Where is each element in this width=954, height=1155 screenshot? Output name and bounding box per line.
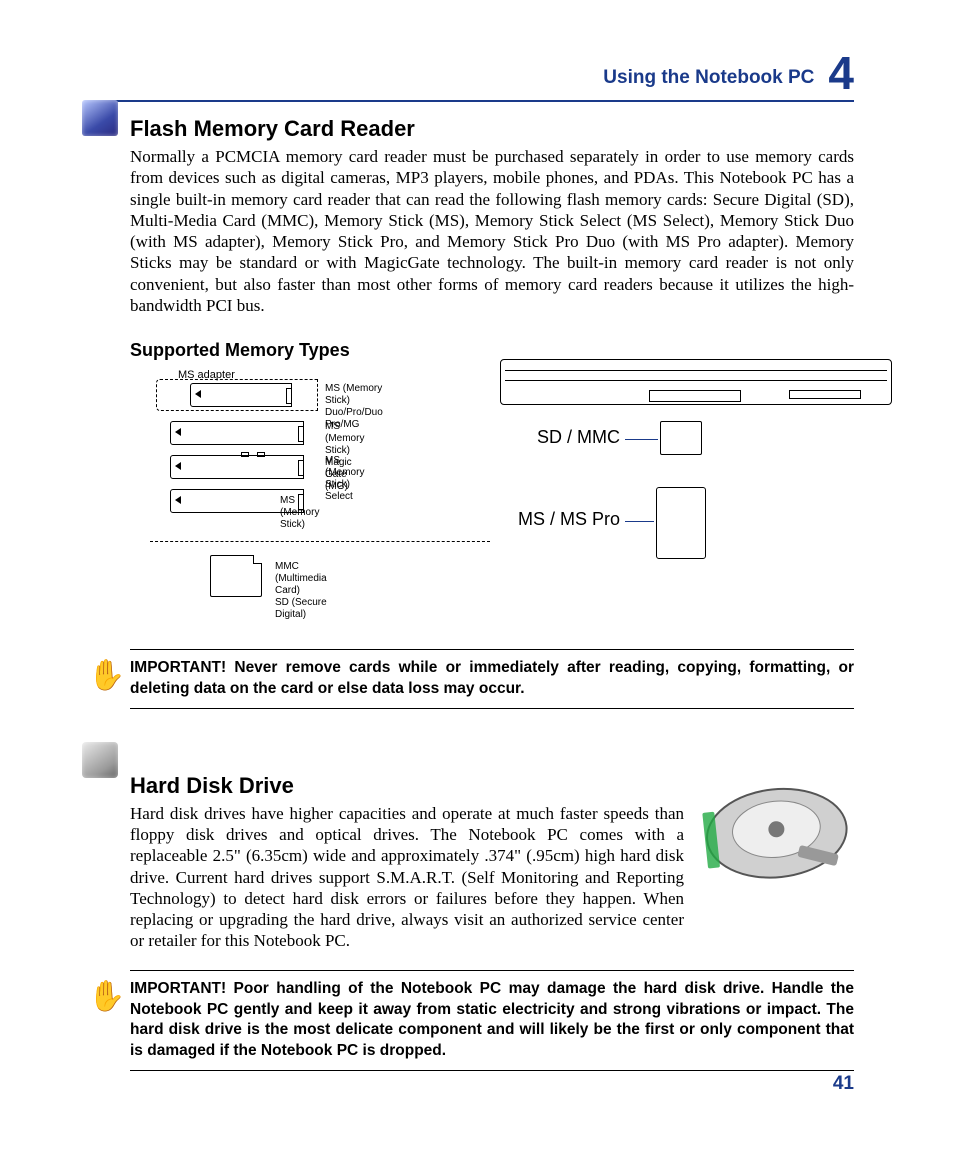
label-ms-pro: MS / MS Pro	[510, 509, 620, 530]
header-title: Using the Notebook PC	[603, 67, 814, 88]
important-note-hdd: ✋ IMPORTANT! Poor handling of the Notebo…	[130, 970, 854, 1072]
card-label-mmc: MMC (Multimedia Card) SD (Secure Digital…	[275, 561, 327, 621]
card-row-ms: MS (Memory Stick)	[170, 489, 320, 515]
diagram-divider	[150, 541, 490, 542]
page-header: Using the Notebook PC 4	[100, 50, 854, 102]
note1-label: IMPORTANT!	[130, 659, 226, 676]
hand-stop-icon: ✋	[88, 658, 125, 693]
flash-card-icon	[82, 100, 118, 136]
page-number: 41	[833, 1073, 854, 1095]
section-hdd-body: Hard disk drives have higher capacities …	[130, 803, 684, 952]
note1-text: Never remove cards while or immediately …	[130, 659, 854, 697]
notebook-side-diagram: SD / MMC MS / MS Pro	[500, 359, 890, 405]
card-row-select: MS (Memory Stick) Select	[170, 455, 320, 481]
note2-text: Poor handling of the Notebook PC may dam…	[130, 980, 854, 1060]
chapter-number: 4	[828, 47, 854, 99]
card-row-mg: MS (Memory Stick) Magic Gate (MG)	[170, 421, 320, 447]
hand-stop-icon: ✋	[88, 979, 125, 1014]
card-row-duo: MS (Memory Stick) Duo/Pro/Duo Pro/MG	[170, 383, 320, 409]
subsection-supported-title: Supported Memory Types	[130, 340, 854, 361]
note2-label: IMPORTANT!	[130, 980, 226, 997]
hdd-photo	[693, 767, 865, 903]
memory-types-diagram: MS adapter MS (Memory Stick) Duo/Pro/Duo…	[130, 369, 854, 629]
section-flash-body: Normally a PCMCIA memory card reader mus…	[130, 146, 854, 316]
card-row-mmc: MMC (Multimedia Card) SD (Secure Digital…	[210, 555, 262, 597]
card-label-select: MS (Memory Stick) Select	[325, 455, 364, 503]
important-note-cards: ✋ IMPORTANT! Never remove cards while or…	[130, 649, 854, 709]
label-sd-mmc: SD / MMC	[510, 427, 620, 448]
hdd-icon	[82, 742, 118, 778]
card-label-ms: MS (Memory Stick)	[280, 495, 320, 531]
section-flash-title: Flash Memory Card Reader	[130, 116, 854, 142]
